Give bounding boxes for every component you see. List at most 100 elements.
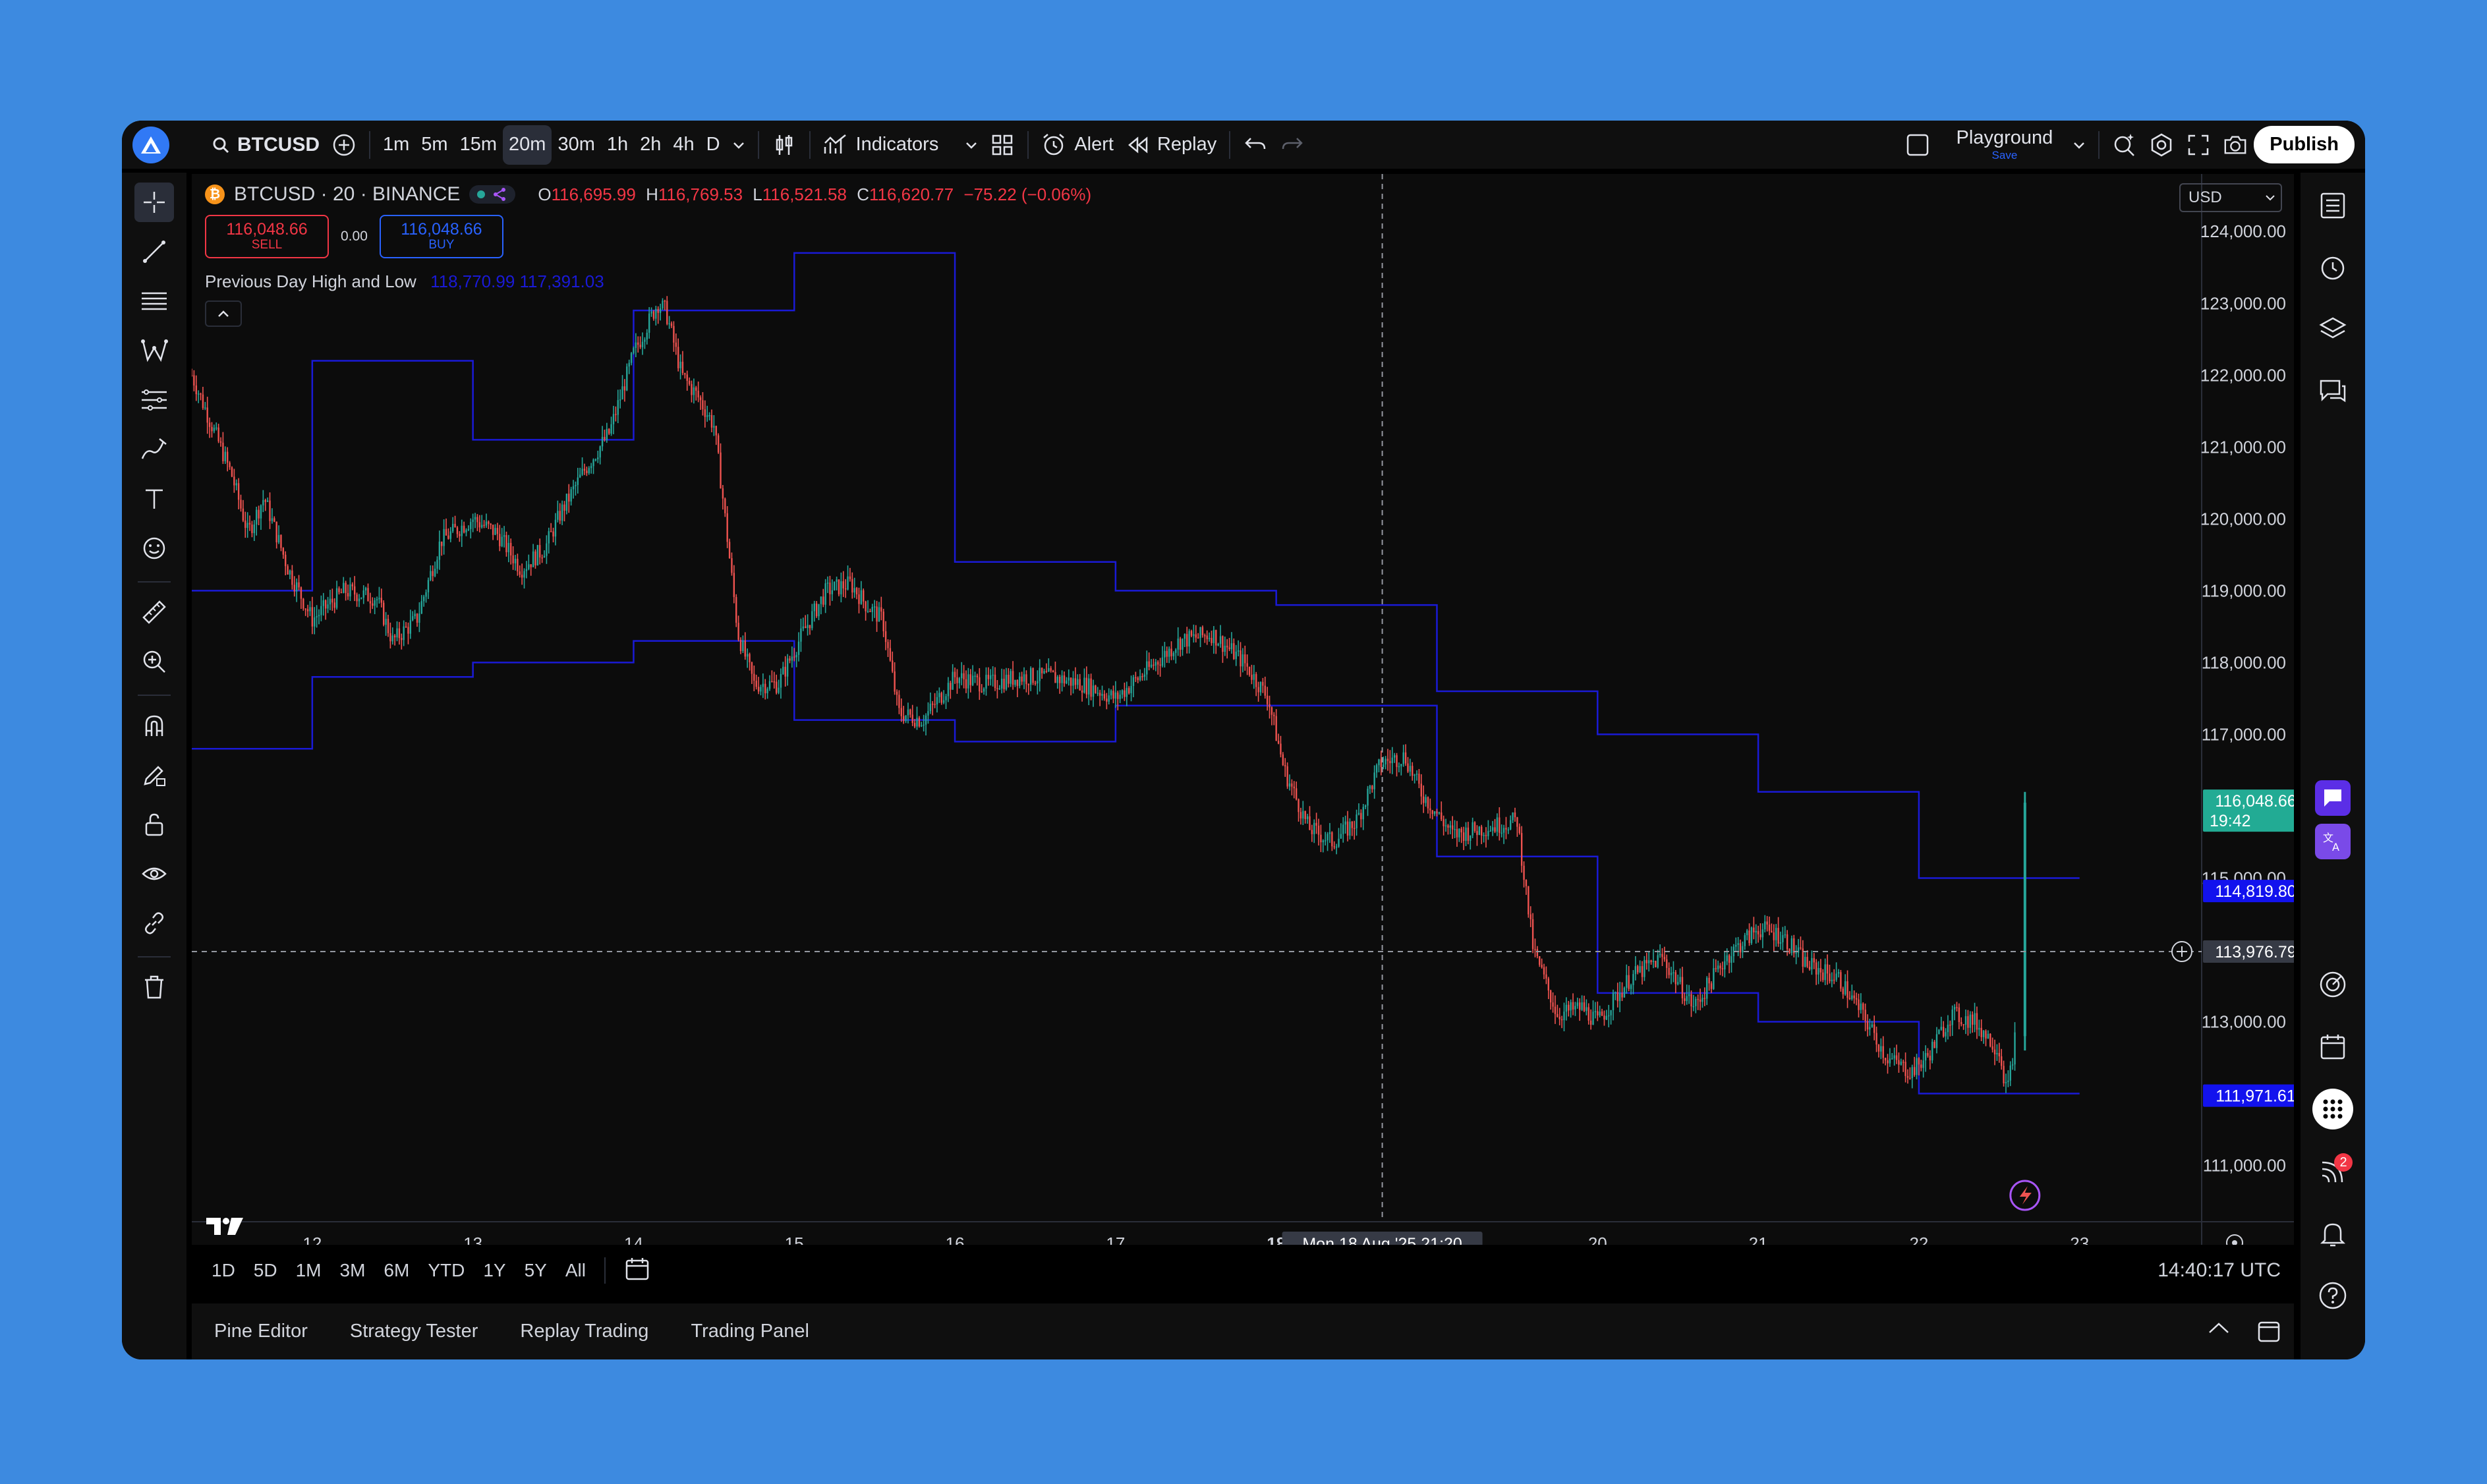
interval-d[interactable]: D: [700, 125, 726, 165]
goto-date-button[interactable]: [624, 1255, 650, 1286]
fib-tool[interactable]: [134, 281, 174, 321]
candle-body: [1293, 786, 1295, 789]
forecast-tool[interactable]: [134, 380, 174, 420]
interval-4h[interactable]: 4h: [667, 125, 700, 165]
remove-drawings-tool[interactable]: [134, 967, 174, 1007]
hide-drawings-tool[interactable]: [134, 854, 174, 894]
fullscreen-button[interactable]: [2180, 125, 2217, 165]
ideas-button[interactable]: [2315, 780, 2351, 816]
candle-body: [273, 518, 275, 522]
interval-15m[interactable]: 15m: [454, 125, 503, 165]
user-avatar-icon[interactable]: [132, 126, 169, 163]
interval-2h[interactable]: 2h: [634, 125, 667, 165]
keep-drawing-tool[interactable]: [134, 755, 174, 795]
interval-1m[interactable]: 1m: [377, 125, 415, 165]
layout-menu[interactable]: Playground Save: [1899, 125, 2092, 165]
candle-body: [626, 366, 628, 391]
interval-dropdown[interactable]: [726, 125, 751, 165]
symbol-search[interactable]: BTCUSD: [202, 125, 326, 165]
chevron-up-icon[interactable]: [2207, 1321, 2231, 1336]
candle-body: [1344, 821, 1346, 825]
candle-body: [586, 471, 588, 473]
pattern-tool[interactable]: [134, 331, 174, 370]
chart-plot[interactable]: 124,000.00 123,000.00 122,000.00 121,000.00…: [192, 174, 2294, 1245]
calendar-button[interactable]: [2313, 1027, 2353, 1066]
alert-button[interactable]: Alert: [1035, 125, 1120, 165]
object-tree-button[interactable]: [2313, 310, 2353, 349]
period-1d[interactable]: 1D: [212, 1260, 235, 1281]
indicator-legend[interactable]: Previous Day High and Low 118,770.99 117…: [205, 271, 604, 292]
lock-drawings-tool[interactable]: [134, 805, 174, 844]
maximize-panel-icon[interactable]: [2257, 1321, 2281, 1343]
trend-line-tool[interactable]: [134, 232, 174, 271]
candle-body: [463, 525, 465, 533]
measure-tool[interactable]: [134, 592, 174, 632]
candle-body: [702, 400, 704, 410]
indicators-button[interactable]: Indicators: [817, 125, 985, 165]
hotlist-button[interactable]: [2313, 965, 2353, 1004]
compare-symbol-button[interactable]: [326, 125, 362, 165]
chart-pane[interactable]: 124,000.00 123,000.00 122,000.00 121,000.00…: [192, 174, 2294, 1245]
crosshair-tool[interactable]: [134, 183, 174, 222]
divider: [809, 130, 811, 159]
redo-button[interactable]: [1274, 125, 1311, 165]
link-tool[interactable]: [134, 903, 174, 943]
candle-body: [753, 673, 755, 681]
period-5y[interactable]: 5Y: [525, 1260, 547, 1281]
settings-button[interactable]: [2143, 125, 2180, 165]
interval-30m[interactable]: 30m: [552, 125, 600, 165]
interval-1h[interactable]: 1h: [601, 125, 634, 165]
tab-replay-trading[interactable]: Replay Trading: [520, 1321, 648, 1342]
candle-body: [1746, 930, 1748, 936]
emoji-tool[interactable]: [134, 528, 174, 568]
snapshot-button[interactable]: [2217, 125, 2254, 165]
magnet-tool[interactable]: [134, 706, 174, 745]
products-button[interactable]: [2312, 1089, 2353, 1129]
period-1y[interactable]: 1Y: [483, 1260, 505, 1281]
chart-type-button[interactable]: [766, 125, 803, 165]
watchlist-button[interactable]: [2313, 186, 2353, 225]
chats-button[interactable]: [2313, 372, 2353, 411]
legend-title[interactable]: BTCUSD · 20 · BINANCE: [234, 183, 460, 206]
publish-button[interactable]: Publish: [2254, 126, 2355, 163]
period-all[interactable]: All: [565, 1260, 586, 1281]
replay-button[interactable]: Replay: [1120, 125, 1222, 165]
undo-button[interactable]: [1237, 125, 1274, 165]
tradingview-logo[interactable]: [205, 1215, 244, 1244]
candle-body: [1612, 992, 1615, 1010]
candle-body: [1112, 691, 1114, 699]
zoom-tool[interactable]: [134, 642, 174, 681]
collapse-legend-button[interactable]: [205, 300, 242, 327]
period-ytd[interactable]: YTD: [428, 1260, 465, 1281]
brush-tool[interactable]: [134, 430, 174, 469]
candle-body: [1050, 668, 1052, 671]
candle-body: [1996, 1052, 1998, 1055]
signals-button[interactable]: 2: [2313, 1152, 2353, 1191]
tab-trading-panel[interactable]: Trading Panel: [691, 1321, 809, 1342]
period-6m[interactable]: 6M: [384, 1260, 409, 1281]
candle-body: [1473, 822, 1476, 831]
help-button[interactable]: [2313, 1276, 2353, 1315]
time-tick-label: 16: [946, 1234, 965, 1245]
candle-body: [1953, 1007, 1956, 1010]
translate-button[interactable]: 文A: [2315, 824, 2351, 859]
alerts-button[interactable]: [2313, 248, 2353, 287]
notifications-button[interactable]: [2313, 1214, 2353, 1253]
text-tool[interactable]: [134, 479, 174, 519]
quick-search-button[interactable]: [2106, 125, 2143, 165]
period-3m[interactable]: 3M: [340, 1260, 366, 1281]
period-5d[interactable]: 5D: [254, 1260, 277, 1281]
period-1m[interactable]: 1M: [296, 1260, 322, 1281]
tab-strategy-tester[interactable]: Strategy Tester: [350, 1321, 478, 1342]
buy-button[interactable]: 116,048.66 BUY: [379, 215, 503, 258]
candle-body: [459, 534, 461, 536]
candle-body: [1340, 834, 1342, 839]
tab-pine-editor[interactable]: Pine Editor: [214, 1321, 308, 1342]
interval-20m[interactable]: 20m: [503, 125, 552, 165]
sell-button[interactable]: 116,048.66 SELL: [205, 215, 329, 258]
candle-body: [1441, 812, 1443, 820]
interval-5m[interactable]: 5m: [415, 125, 453, 165]
currency-select[interactable]: USD: [2179, 183, 2282, 212]
layouts-button[interactable]: [984, 125, 1021, 165]
utc-clock[interactable]: 14:40:17 UTC: [2158, 1259, 2281, 1282]
